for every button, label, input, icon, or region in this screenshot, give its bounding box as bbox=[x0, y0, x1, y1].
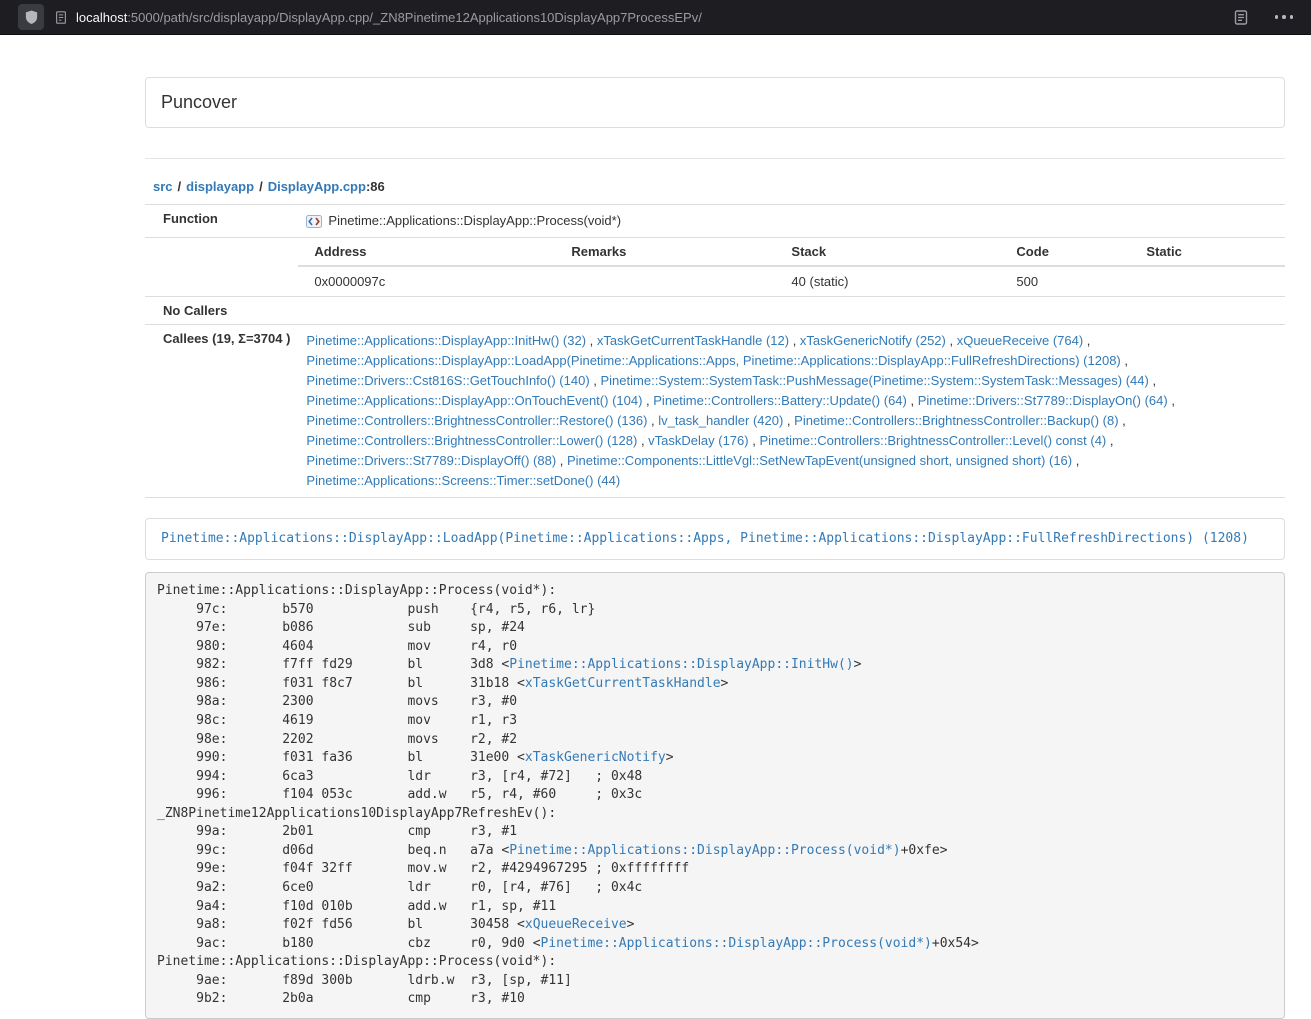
app-title: Puncover bbox=[146, 78, 1284, 127]
metrics-row-header bbox=[145, 238, 298, 297]
callee-link[interactable]: lv_task_handler (420) bbox=[658, 413, 783, 428]
browser-toolbar: localhost:5000/path/src/displayapp/Displ… bbox=[0, 0, 1311, 35]
callee-link[interactable]: Pinetime::Applications::DisplayApp::OnTo… bbox=[306, 393, 642, 408]
divider bbox=[145, 158, 1285, 159]
code-value: 500 bbox=[1008, 266, 1138, 296]
no-callers-row: No Callers bbox=[145, 297, 1285, 325]
function-table: Function Pinetime::Applications::Display… bbox=[145, 204, 1285, 498]
address-value: 0x0000097c bbox=[298, 266, 563, 296]
callee-link[interactable]: Pinetime::Controllers::BrightnessControl… bbox=[306, 433, 637, 448]
related-symbol-panel: Pinetime::Applications::DisplayApp::Load… bbox=[145, 518, 1285, 560]
menu-dot-icon bbox=[1290, 15, 1294, 19]
callee-link[interactable]: xQueueReceive (764) bbox=[957, 333, 1083, 348]
app-header-panel: Puncover bbox=[145, 77, 1285, 128]
url-path: :5000/path/src/displayapp/DisplayApp.cpp… bbox=[127, 10, 702, 25]
symbol-link[interactable]: xTaskGenericNotify bbox=[525, 750, 666, 765]
callee-link[interactable]: Pinetime::Controllers::BrightnessControl… bbox=[306, 413, 647, 428]
callee-link[interactable]: Pinetime::Applications::DisplayApp::Init… bbox=[306, 333, 586, 348]
page-icon bbox=[54, 10, 68, 25]
callee-link[interactable]: Pinetime::Applications::Screens::Timer::… bbox=[306, 473, 620, 488]
callees-row: Callees (19, Σ=3704 ) Pinetime::Applicat… bbox=[145, 325, 1285, 498]
column-header-stack: Stack bbox=[783, 238, 1008, 266]
callee-link[interactable]: Pinetime::Components::LittleVgl::SetNewT… bbox=[567, 453, 1072, 468]
column-header-remarks: Remarks bbox=[563, 238, 783, 266]
url-host: localhost bbox=[76, 10, 127, 25]
symbol-link[interactable]: Pinetime::Applications::DisplayApp::Proc… bbox=[541, 936, 932, 951]
static-value bbox=[1138, 266, 1285, 296]
stack-value: 40 (static) bbox=[783, 266, 1008, 296]
function-name: Pinetime::Applications::DisplayApp::Proc… bbox=[328, 211, 621, 231]
metrics-cell: Address Remarks Stack Code Static 0x0000… bbox=[298, 238, 1285, 297]
callee-link[interactable]: Pinetime::Applications::DisplayApp::Load… bbox=[306, 353, 1120, 368]
no-callers-cell bbox=[298, 297, 1285, 325]
breadcrumb-line-number: :86 bbox=[366, 179, 385, 194]
function-cell: Pinetime::Applications::DisplayApp::Proc… bbox=[298, 205, 1285, 238]
reader-view-icon bbox=[1233, 9, 1249, 26]
reader-view-button[interactable] bbox=[1233, 9, 1249, 26]
breadcrumb-link-file[interactable]: DisplayApp.cpp bbox=[268, 179, 366, 194]
menu-dot-icon bbox=[1282, 15, 1286, 19]
symbol-link[interactable]: xQueueReceive bbox=[525, 917, 627, 932]
metrics-value-row: 0x0000097c 40 (static) 500 bbox=[298, 266, 1285, 296]
no-callers-header: No Callers bbox=[145, 297, 298, 325]
menu-dot-icon bbox=[1275, 15, 1279, 19]
metrics-header-row: Address Remarks Stack Code Static bbox=[298, 238, 1285, 266]
function-row-header: Function bbox=[145, 205, 298, 238]
callees-list: Pinetime::Applications::DisplayApp::Init… bbox=[298, 325, 1285, 498]
column-header-address: Address bbox=[298, 238, 563, 266]
symbol-link[interactable]: xTaskGetCurrentTaskHandle bbox=[525, 676, 721, 691]
remarks-value bbox=[563, 266, 783, 296]
callee-link[interactable]: Pinetime::Controllers::Battery::Update()… bbox=[653, 393, 907, 408]
function-icon bbox=[306, 213, 322, 229]
breadcrumb-link-displayapp[interactable]: displayapp bbox=[186, 179, 254, 194]
callee-link[interactable]: Pinetime::Drivers::St7789::DisplayOff() … bbox=[306, 453, 556, 468]
breadcrumb: src / displayapp / DisplayApp.cpp:86 bbox=[153, 179, 1285, 194]
breadcrumb-separator: / bbox=[259, 179, 263, 194]
callee-link[interactable]: Pinetime::Controllers::BrightnessControl… bbox=[794, 413, 1118, 428]
metrics-table: Address Remarks Stack Code Static 0x0000… bbox=[298, 238, 1285, 296]
callee-link[interactable]: vTaskDelay (176) bbox=[648, 433, 748, 448]
breadcrumb-link-src[interactable]: src bbox=[153, 179, 173, 194]
related-symbol-link[interactable]: Pinetime::Applications::DisplayApp::Load… bbox=[161, 531, 1249, 546]
url-bar[interactable]: localhost:5000/path/src/displayapp/Displ… bbox=[76, 10, 1233, 25]
breadcrumb-separator: / bbox=[178, 179, 182, 194]
symbol-link[interactable]: Pinetime::Applications::DisplayApp::Proc… bbox=[509, 843, 900, 858]
callee-link[interactable]: Pinetime::Controllers::BrightnessControl… bbox=[759, 433, 1106, 448]
function-row: Function Pinetime::Applications::Display… bbox=[145, 205, 1285, 238]
toolbar-right bbox=[1233, 9, 1300, 26]
page-content: Puncover src / displayapp / DisplayApp.cpp:8… bbox=[145, 77, 1285, 1019]
disassembly-code: Pinetime::Applications::DisplayApp::Proc… bbox=[145, 572, 1285, 1019]
callee-link[interactable]: Pinetime::System::SystemTask::PushMessag… bbox=[601, 373, 1149, 388]
callee-link[interactable]: Pinetime::Drivers::Cst816S::GetTouchInfo… bbox=[306, 373, 589, 388]
site-identity-button[interactable] bbox=[54, 10, 68, 25]
callee-link[interactable]: xTaskGetCurrentTaskHandle (12) bbox=[597, 333, 789, 348]
symbol-link[interactable]: Pinetime::Applications::DisplayApp::Init… bbox=[509, 657, 853, 672]
callee-link[interactable]: xTaskGenericNotify (252) bbox=[800, 333, 946, 348]
tracking-protection-button[interactable] bbox=[18, 4, 44, 30]
column-header-code: Code bbox=[1008, 238, 1138, 266]
callee-link[interactable]: Pinetime::Drivers::St7789::DisplayOn() (… bbox=[918, 393, 1168, 408]
browser-menu-button[interactable] bbox=[1275, 15, 1294, 19]
column-header-static: Static bbox=[1138, 238, 1285, 266]
shield-icon bbox=[24, 9, 39, 25]
callees-header: Callees (19, Σ=3704 ) bbox=[145, 325, 298, 498]
metrics-row: Address Remarks Stack Code Static 0x0000… bbox=[145, 238, 1285, 297]
